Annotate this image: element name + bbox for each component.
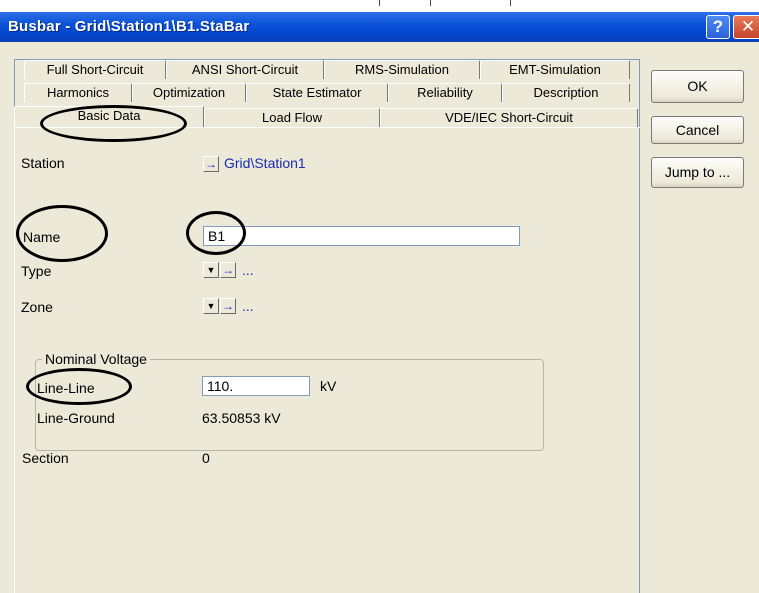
type-dropdown-icon[interactable]: ▼ xyxy=(203,262,219,278)
station-label: Station xyxy=(21,155,65,171)
tab-emt-simulation[interactable]: EMT-Simulation xyxy=(480,60,630,79)
annotation-ellipse-line-line xyxy=(26,368,132,405)
tab-harmonics[interactable]: Harmonics xyxy=(24,83,132,102)
tab-full-short-circuit[interactable]: Full Short-Circuit xyxy=(24,60,166,79)
tab-reliability[interactable]: Reliability xyxy=(388,83,502,102)
line-line-unit: kV xyxy=(320,378,337,394)
top-edge-mark xyxy=(430,0,431,6)
zone-dropdown-icon[interactable]: ▼ xyxy=(203,298,219,314)
busbar-dialog: Busbar - Grid\Station1\B1.StaBar ? ✕ Ful… xyxy=(0,12,759,593)
tab-rms-simulation[interactable]: RMS-Simulation xyxy=(324,60,480,79)
tab-load-flow[interactable]: Load Flow xyxy=(204,108,380,127)
annotation-ellipse-name-value xyxy=(186,211,246,255)
top-edge-mark xyxy=(510,0,511,6)
zone-value[interactable]: ... xyxy=(242,298,254,314)
tab-row-1: Full Short-Circuit ANSI Short-Circuit RM… xyxy=(24,59,630,79)
annotation-ellipse-name-label xyxy=(16,205,108,262)
station-jump-arrow-icon[interactable]: → xyxy=(203,156,219,172)
tab-row-2: Harmonics Optimization State Estimator R… xyxy=(24,82,630,102)
name-input[interactable] xyxy=(203,226,520,246)
section-value: 0 xyxy=(202,450,210,466)
zone-jump-arrow-icon[interactable]: → xyxy=(220,298,236,314)
window-title: Busbar - Grid\Station1\B1.StaBar xyxy=(8,18,250,35)
line-line-input[interactable] xyxy=(202,376,310,396)
tab-vde-iec-short-circuit[interactable]: VDE/IEC Short-Circuit xyxy=(380,108,638,127)
zone-label: Zone xyxy=(21,299,53,315)
section-label: Section xyxy=(22,450,69,466)
title-bar[interactable]: Busbar - Grid\Station1\B1.StaBar ? ✕ xyxy=(0,12,759,42)
top-edge-mark xyxy=(379,0,380,6)
type-value[interactable]: ... xyxy=(242,262,254,278)
type-jump-arrow-icon[interactable]: → xyxy=(220,262,236,278)
line-ground-label: Line-Ground xyxy=(37,410,115,426)
tab-state-estimator[interactable]: State Estimator xyxy=(246,83,388,102)
help-icon[interactable]: ? xyxy=(706,15,730,39)
annotation-ellipse-basic-data xyxy=(40,105,187,142)
close-icon[interactable]: ✕ xyxy=(733,15,759,39)
nominal-voltage-title: Nominal Voltage xyxy=(42,351,150,367)
tab-description[interactable]: Description xyxy=(502,83,630,102)
ok-button[interactable]: OK xyxy=(651,70,744,103)
cancel-button[interactable]: Cancel xyxy=(651,116,744,144)
station-value-link[interactable]: Grid\Station1 xyxy=(224,155,306,171)
type-label: Type xyxy=(21,263,52,279)
tab-optimization[interactable]: Optimization xyxy=(132,83,246,102)
jump-to-button[interactable]: Jump to ... xyxy=(651,157,744,188)
tab-ansi-short-circuit[interactable]: ANSI Short-Circuit xyxy=(166,60,324,79)
line-ground-value: 63.50853 kV xyxy=(202,410,281,426)
